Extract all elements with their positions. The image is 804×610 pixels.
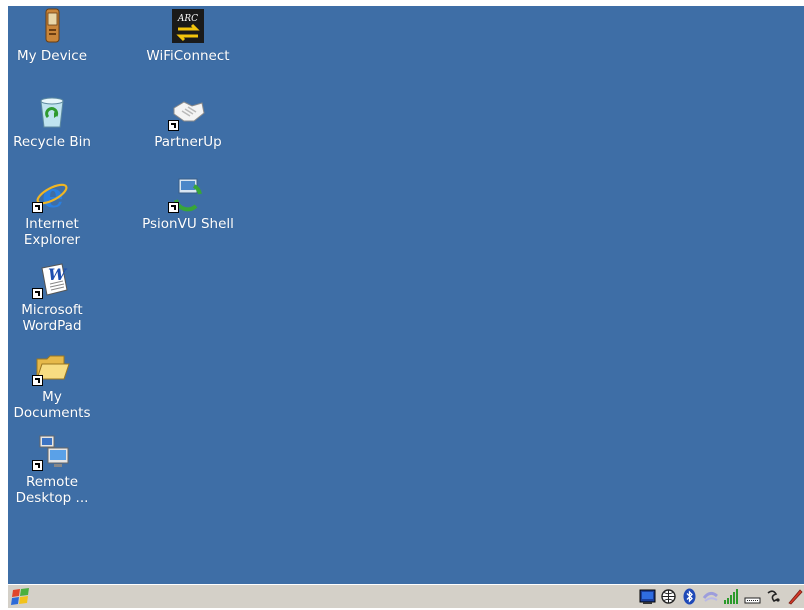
desktop-icon-my-device[interactable]: My Device — [4, 8, 100, 64]
bluetooth-icon[interactable] — [681, 588, 698, 605]
svg-text:e: e — [42, 176, 64, 212]
desktop-icon-label: My Device — [16, 48, 88, 64]
desktop-icon-wificonnect[interactable]: ARC WiFiConnect — [140, 8, 236, 64]
system-tray — [639, 586, 804, 607]
start-button[interactable] — [10, 587, 32, 606]
svg-text:W: W — [48, 265, 68, 284]
wifi-connect-icon: ARC — [170, 8, 206, 44]
wordpad-icon: W — [32, 262, 70, 299]
desktop-icon-internet-explorer[interactable]: e Internet Explorer — [4, 176, 100, 248]
desktop-icon-partnerup[interactable]: PartnerUp — [140, 94, 236, 150]
shortcut-arrow-icon — [32, 460, 43, 471]
desktop-icon-label: WiFiConnect — [146, 48, 230, 64]
remote-desktop-icon — [32, 434, 70, 471]
shortcut-arrow-icon — [32, 375, 43, 386]
shortcut-arrow-icon — [32, 202, 43, 213]
desktop-icon-label: PartnerUp — [154, 134, 222, 150]
desktop-icon-remote-desktop[interactable]: Remote Desktop ... — [4, 434, 100, 506]
desktop-icon-label: Microsoft WordPad — [21, 302, 83, 334]
partner-handshake-icon — [168, 94, 206, 131]
folder-icon — [32, 349, 70, 386]
desktop-icon-label: Remote Desktop ... — [15, 474, 89, 506]
desktop-icon-label: My Documents — [13, 389, 91, 421]
desktop-icon-recycle-bin[interactable]: Recycle Bin — [4, 94, 100, 150]
signal-bars-icon[interactable] — [723, 588, 740, 605]
internet-explorer-icon: e — [32, 176, 70, 216]
connection-icon[interactable] — [702, 588, 719, 605]
shortcut-arrow-icon — [168, 202, 179, 213]
desktop: My Device ARC WiFiConnect Recycle Bin Pa… — [8, 6, 804, 584]
taskbar — [8, 584, 804, 608]
battery-icon[interactable] — [744, 588, 761, 605]
svg-text:ARC: ARC — [177, 14, 198, 24]
recycle-bin-icon — [34, 94, 70, 130]
screen-icon[interactable] — [639, 588, 656, 605]
device-icon — [34, 8, 70, 44]
pen-icon[interactable] — [786, 588, 804, 605]
desktop-icon-label: PsionVU Shell — [142, 216, 234, 232]
desktop-icon-wordpad[interactable]: W Microsoft WordPad — [4, 262, 100, 334]
desktop-icon-psionvu-shell[interactable]: PsionVU Shell — [140, 176, 236, 232]
desktop-icon-label: Internet Explorer — [23, 216, 81, 248]
windows-flag-icon — [11, 588, 29, 605]
shortcut-arrow-icon — [168, 120, 179, 131]
psionvu-shell-icon — [168, 176, 206, 213]
wireless-icon[interactable] — [765, 588, 782, 605]
shortcut-arrow-icon — [32, 288, 43, 299]
desktop-icon-my-documents[interactable]: My Documents — [4, 349, 100, 421]
desktop-icon-label: Recycle Bin — [13, 134, 91, 150]
network-globe-icon[interactable] — [660, 588, 677, 605]
